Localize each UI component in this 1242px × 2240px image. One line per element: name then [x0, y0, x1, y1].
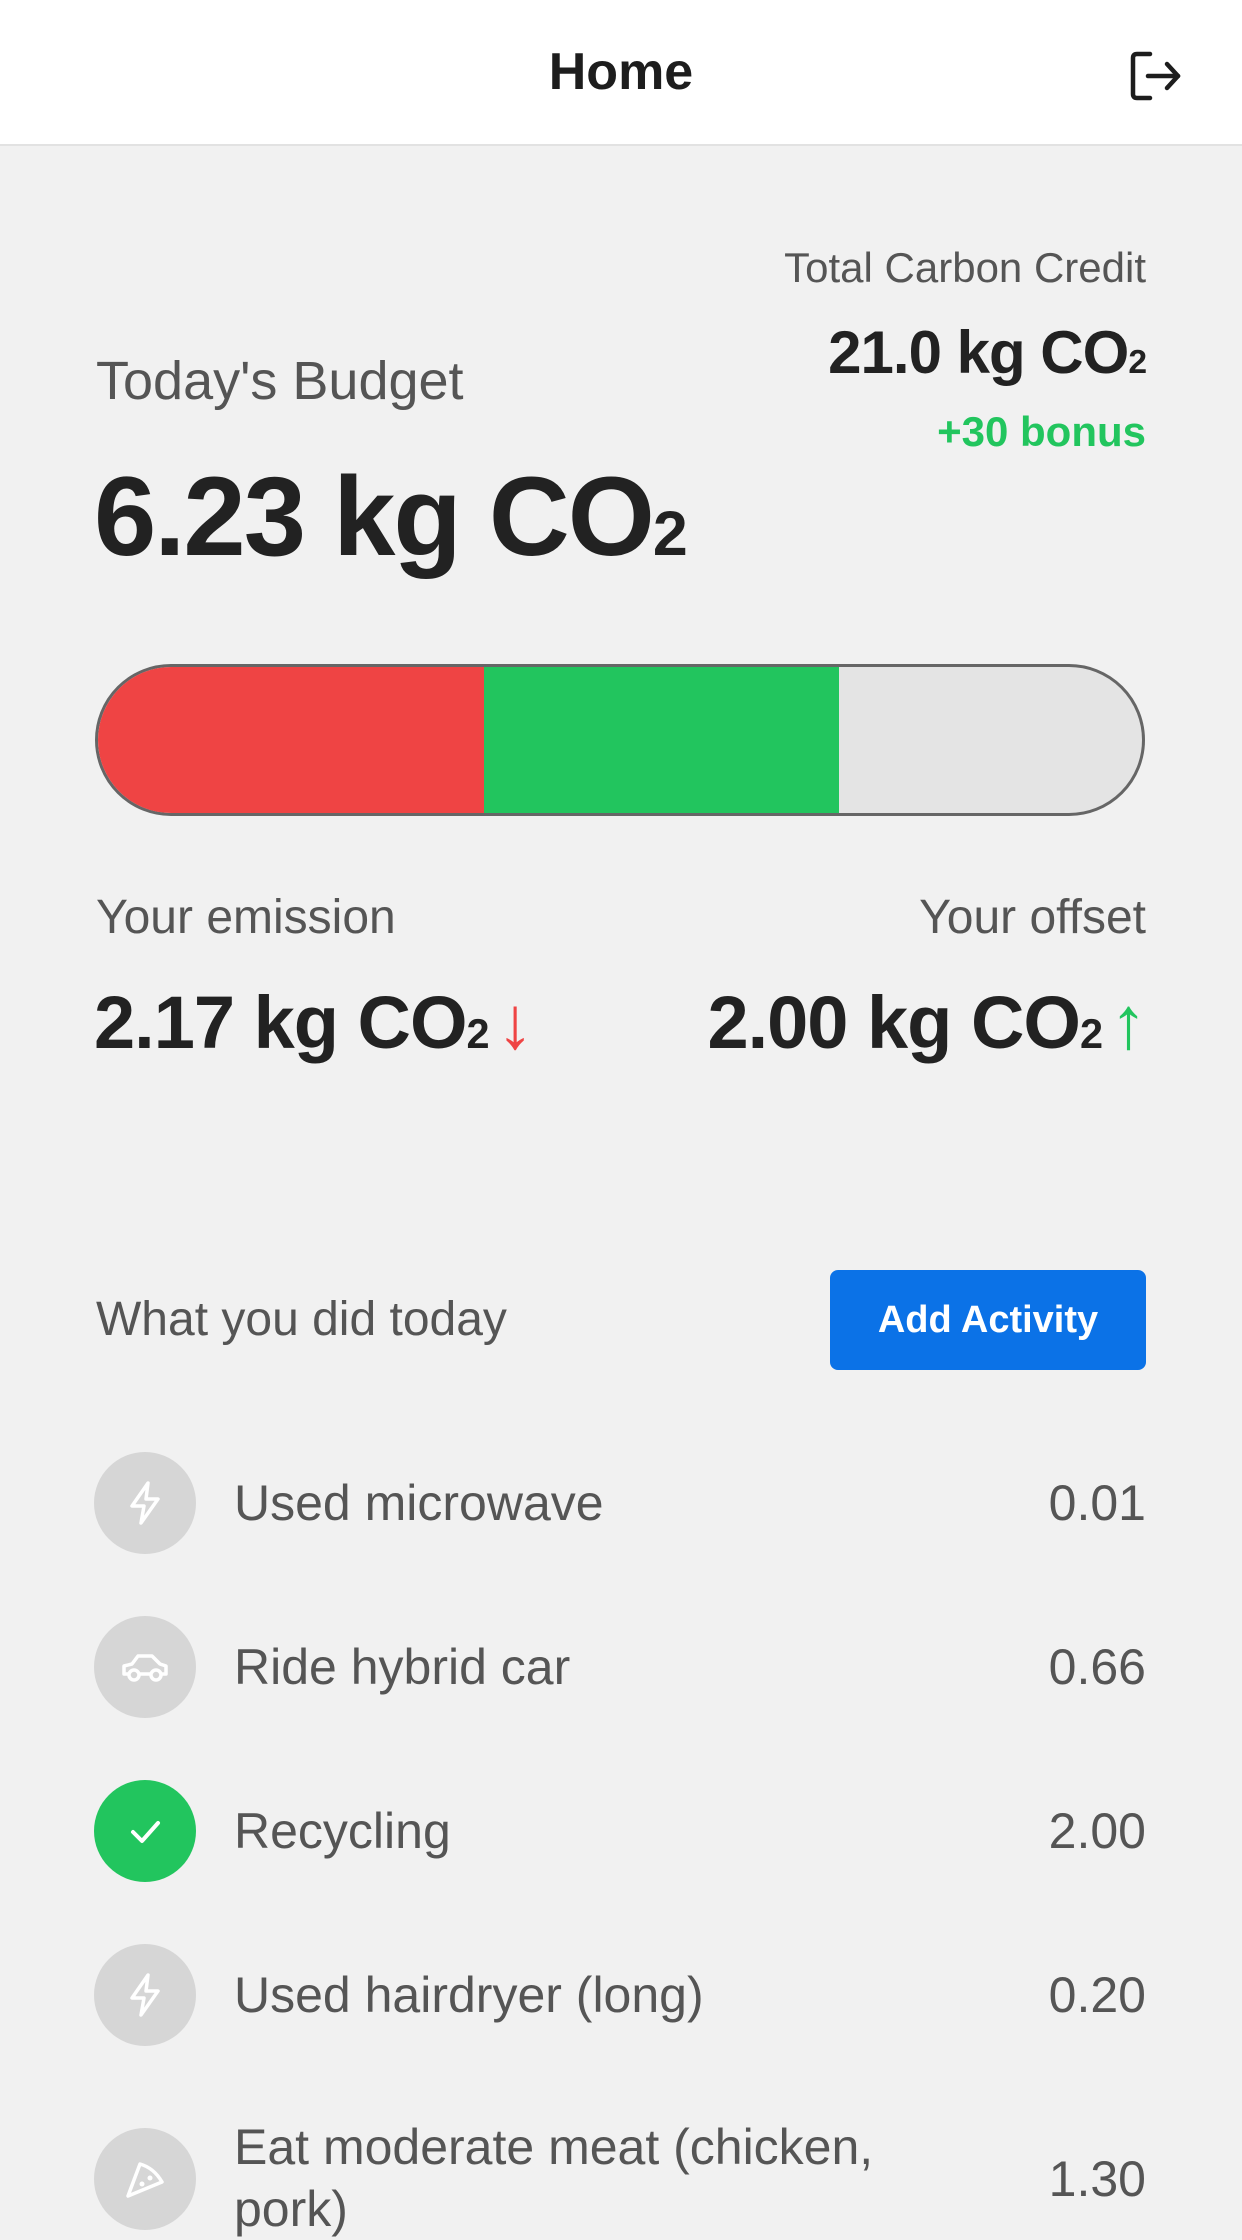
activity-value: 0.01: [1048, 1475, 1146, 1531]
lightning-icon: [130, 1973, 160, 2017]
emission-subscript: 2: [466, 1010, 490, 1057]
activity-icon-badge: [94, 1616, 196, 1718]
arrow-up-icon: ↑: [1110, 981, 1147, 1064]
activity-label: Used hairdryer (long): [234, 1967, 704, 2023]
emission-label: Your emission: [96, 891, 396, 944]
car-icon: [122, 1654, 168, 1682]
pizza-icon: [126, 2162, 164, 2198]
offset-amount: 2.00 kg CO: [707, 981, 1081, 1064]
activity-label: Recycling: [234, 1803, 451, 1859]
total-credit-subscript: 2: [1128, 344, 1147, 381]
activity-value: 1.30: [1048, 2151, 1146, 2207]
total-credit-label: Total Carbon Credit: [784, 244, 1146, 291]
lightning-icon: [130, 1481, 160, 1525]
activity-icon-badge: [94, 1780, 196, 1882]
logout-button[interactable]: [1128, 48, 1184, 104]
budget-label: Today's Budget: [96, 351, 464, 411]
emission-amount: 2.17 kg CO: [94, 981, 468, 1064]
activity-icon-badge: [94, 1944, 196, 2046]
activity-item[interactable]: Used hairdryer (long) 0.20: [0, 1944, 1242, 2054]
budget-subscript: 2: [652, 499, 688, 569]
activity-label: Ride hybrid car: [234, 1639, 571, 1695]
emission-value: 2.17 kg CO2 ↓: [94, 978, 534, 1079]
activity-item[interactable]: Recycling 2.00: [0, 1780, 1242, 1890]
activity-icon-badge: [94, 1452, 196, 1554]
activity-item[interactable]: Used microwave 0.01: [0, 1452, 1242, 1562]
budget-amount: 6.23 kg CO: [94, 454, 655, 579]
offset-value: 2.00 kg CO2 ↑: [707, 978, 1147, 1079]
offset-subscript: 2: [1079, 1010, 1103, 1057]
offset-label: Your offset: [919, 891, 1146, 944]
emission-segment: [98, 667, 488, 813]
total-credit-amount: 21.0 kg CO: [828, 319, 1129, 386]
activity-value: 0.20: [1048, 1967, 1146, 2023]
bonus-badge: +30 bonus: [937, 408, 1146, 455]
activity-item[interactable]: Eat moderate meat (chicken, pork) 1.30: [0, 2119, 1242, 2238]
activity-label: Used microwave: [234, 1475, 604, 1531]
activity-icon-badge: [94, 2128, 196, 2230]
arrow-down-icon: ↓: [496, 981, 534, 1064]
activity-value: 2.00: [1048, 1803, 1146, 1859]
check-icon: [131, 1821, 160, 1843]
budget-value: 6.23 kg CO2: [94, 452, 688, 599]
activities-section-label: What you did today: [96, 1293, 507, 1346]
add-activity-button[interactable]: Add Activity: [830, 1270, 1146, 1370]
activity-label: Eat moderate meat (chicken, pork): [234, 2119, 874, 2237]
app-header: Home: [0, 0, 1242, 146]
total-credit-value: 21.0 kg CO2: [828, 318, 1147, 387]
page-title: Home: [548, 43, 694, 101]
budget-progress-bar: [95, 664, 1145, 816]
activity-item[interactable]: Ride hybrid car 0.66: [0, 1616, 1242, 1726]
activity-value: 0.66: [1048, 1639, 1146, 1695]
offset-segment: [484, 667, 840, 813]
logout-icon: [1130, 51, 1181, 101]
